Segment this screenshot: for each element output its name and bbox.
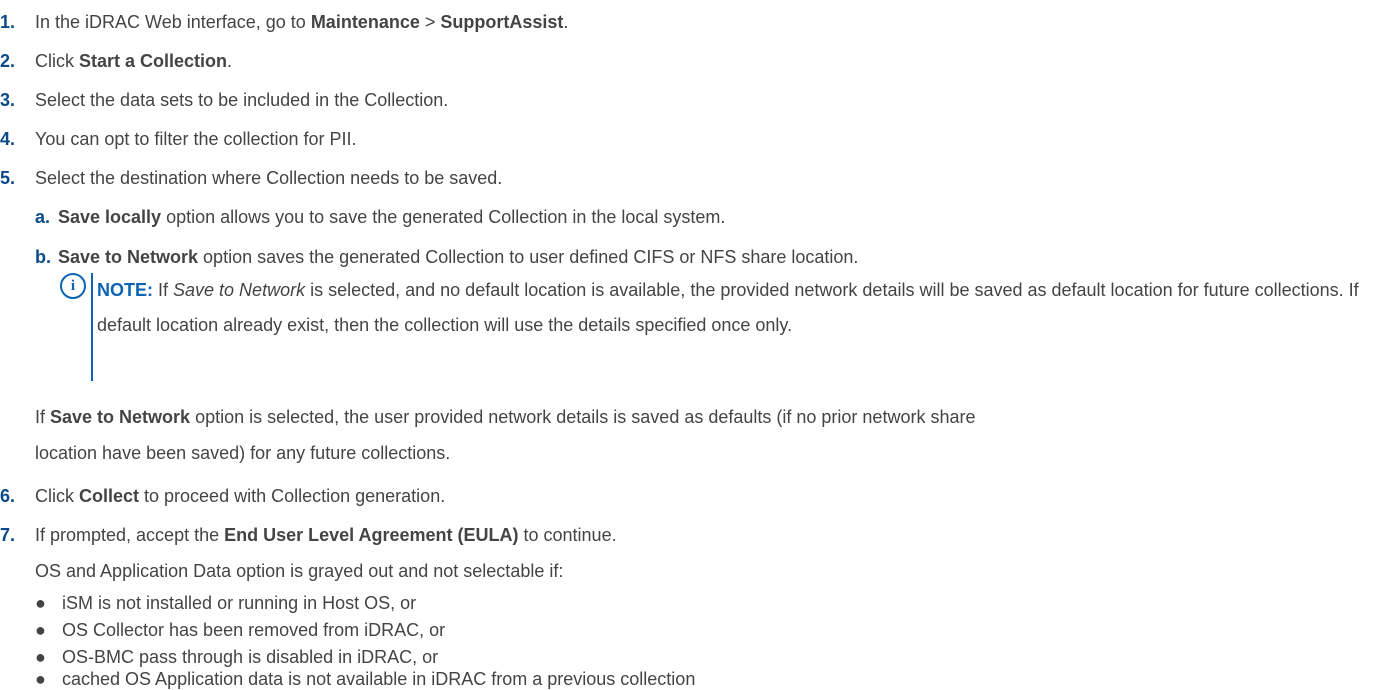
bullet-icon: ● [35,593,46,613]
step-number: 5. [0,168,16,188]
substep-text: Save locally option allows you to save t… [58,207,726,227]
substep-text: Save to Network option saves the generat… [58,247,859,267]
substep-number: b. [35,247,51,267]
step-number: 4. [0,129,16,149]
note-text: NOTE: If Save to Network is selected, an… [97,280,1359,335]
note-label: NOTE: [97,280,153,300]
substep-number: a. [35,207,51,227]
step-number: 1. [0,12,16,32]
info-icon: i [60,273,86,299]
step-text: Select the destination where Collection … [35,168,503,188]
step-text: If prompted, accept the End User Level A… [35,525,617,545]
step-text: In the iDRAC Web interface, go to Mainte… [35,12,569,32]
note-accent-bar [91,273,93,381]
step-text: Select the data sets to be included in t… [35,90,449,110]
document-page: 1. In the iDRAC Web interface, go to Mai… [0,0,1395,689]
step-text: You can opt to filter the collection for… [35,129,357,149]
bullet-icon: ● [35,669,46,689]
note-box: i NOTE: If Save to Network is selected, … [60,273,1395,385]
step-number: 3. [0,90,16,110]
step-number: 6. [0,486,16,506]
step-number: 2. [0,51,16,71]
step-number: 7. [0,525,16,545]
step-text: Click Collect to proceed with Collection… [35,486,446,506]
step-text: Click Start a Collection. [35,51,233,71]
bullet-icon: ● [35,620,46,640]
bullet-icon: ● [35,647,46,667]
